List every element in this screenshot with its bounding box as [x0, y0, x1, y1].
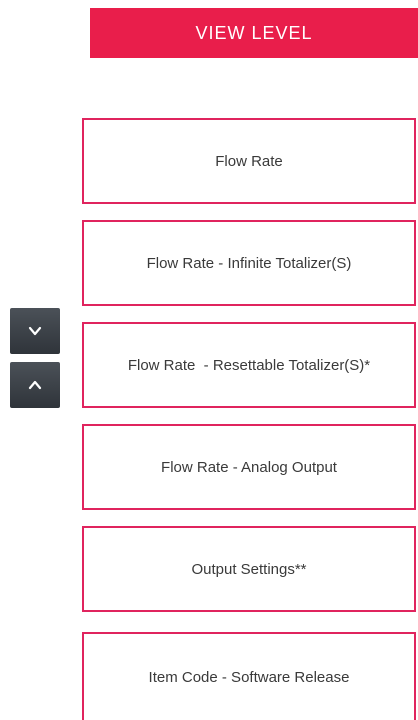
- menu-item-label: Flow Rate - Resettable Totalizer(S)*: [127, 356, 371, 374]
- menu-item-output-settings[interactable]: Output Settings**: [82, 526, 416, 612]
- menu-item-label: Flow Rate - Infinite Totalizer(S): [146, 254, 352, 272]
- menu-item-flow-rate-resettable-totalizer[interactable]: Flow Rate - Resettable Totalizer(S)*: [82, 322, 416, 408]
- menu-item-flow-rate-analog-output[interactable]: Flow Rate - Analog Output: [82, 424, 416, 510]
- menu-item-label: Flow Rate: [215, 152, 283, 170]
- menu-item-flow-rate[interactable]: Flow Rate: [82, 118, 416, 204]
- scroll-up-button[interactable]: [10, 362, 60, 408]
- menu-item-flow-rate-infinite-totalizer[interactable]: Flow Rate - Infinite Totalizer(S): [82, 220, 416, 306]
- view-level-screen: VIEW LEVEL Flow Rate Flow Rate - Infinit…: [0, 0, 418, 720]
- menu-item-item-code-software-release[interactable]: Item Code - Software Release: [82, 632, 416, 720]
- chevron-up-icon: [28, 380, 42, 390]
- scroll-down-button[interactable]: [10, 308, 60, 354]
- chevron-down-icon: [28, 326, 42, 336]
- page-title: VIEW LEVEL: [90, 8, 418, 58]
- menu-item-label: Flow Rate - Analog Output: [161, 458, 337, 476]
- menu-item-label: Item Code - Software Release: [148, 668, 350, 686]
- menu-item-label: Output Settings**: [191, 560, 307, 578]
- page-title-text: VIEW LEVEL: [195, 22, 313, 43]
